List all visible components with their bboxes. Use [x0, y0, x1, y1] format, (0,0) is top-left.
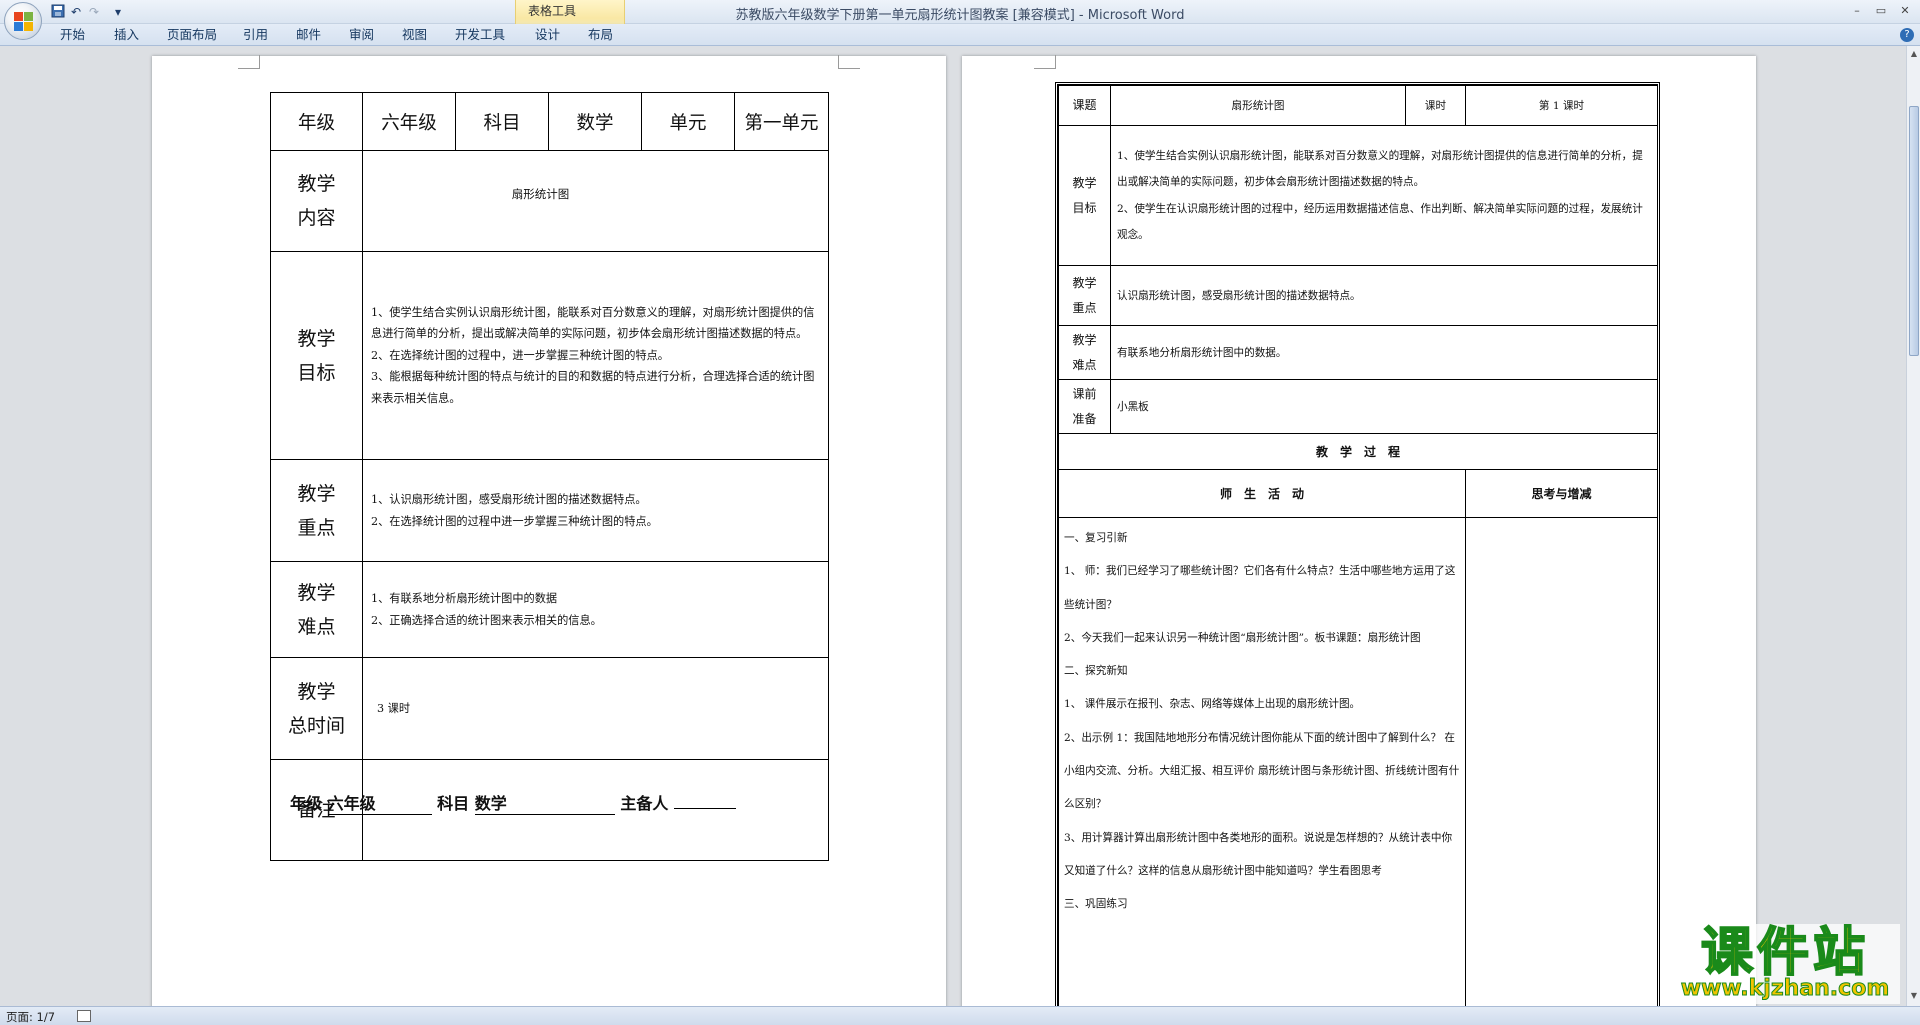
- key-item: 1、认识扇形统计图，感受扇形统计图的描述数据特点。: [371, 493, 647, 506]
- lesson-plan-table-frame: 课题 扇形统计图 课时 第 1 课时 教学 目标 1、使学生结合实例认识扇形统计图…: [1055, 82, 1660, 1006]
- minimize-button[interactable]: –: [1846, 2, 1868, 20]
- page-1: 年级 六年级 科目 数学 单元 第一单元 教学 内容 扇形统计图 教学 目标 1、使…: [152, 55, 946, 1006]
- p2-key-label[interactable]: 教学 重点: [1058, 265, 1111, 326]
- footer-prep-value: [673, 808, 736, 809]
- corner-mark: [1034, 55, 1056, 69]
- page-count[interactable]: 页面: 1/7: [6, 1009, 55, 1025]
- corner-mark: [238, 55, 260, 69]
- p2-key-value[interactable]: 认识扇形统计图，感受扇形统计图的描述数据特点。: [1109, 265, 1659, 326]
- p2-goals-cell[interactable]: 1、使学生结合实例认识扇形统计图，能联系对百分数意义的理解，对扇形统计图提供的信…: [1109, 125, 1659, 266]
- key-item: 2、在选择统计图的过程中进一步掌握三种统计图的特点。: [371, 514, 658, 528]
- tab-mailings[interactable]: 邮件: [296, 28, 321, 42]
- footer-subject-label: 科目: [437, 794, 470, 813]
- header-grade-value[interactable]: 六年级: [362, 92, 456, 151]
- time-value[interactable]: 3 课时: [362, 657, 829, 760]
- watermark: 课件站 www.kjzhan.com: [1670, 923, 1900, 1004]
- tab-layout[interactable]: 布局: [588, 28, 613, 42]
- tab-design[interactable]: 设计: [535, 28, 560, 42]
- topic-label[interactable]: 课题: [1058, 85, 1111, 126]
- process-item: 2、今天我们一起来认识另一种统计图“扇形统计图”。板书课题：扇形统计图: [1064, 631, 1421, 644]
- scroll-down-icon[interactable]: ▼: [1908, 990, 1920, 1002]
- process-item: 2、出示例 1：我国陆地地形分布情况统计图你能从下面的统计图中了解到什么？ 在小…: [1064, 731, 1460, 811]
- p2-prep-value[interactable]: 小黑板: [1109, 379, 1659, 434]
- corner-mark: [838, 55, 860, 69]
- difficulty-label[interactable]: 教学 难点: [270, 561, 363, 658]
- tab-page-layout[interactable]: 页面布局: [167, 28, 217, 42]
- vertical-scrollbar[interactable]: ▲ ▼: [1906, 46, 1920, 1006]
- content-label[interactable]: 教学 内容: [270, 150, 363, 252]
- office-logo-icon: [14, 12, 34, 32]
- footer-line[interactable]: 年级 六年级 科目 数学 主备人: [290, 790, 736, 815]
- title-bar: ↶ ↷ ▾ 苏教版六年级数学下册第一单元扇形统计图教案 [兼容模式] - Mic…: [0, 0, 1920, 24]
- tab-home[interactable]: 开始: [60, 28, 85, 42]
- process-item: 二、探究新知: [1064, 665, 1128, 678]
- lesson-info-table: 年级 六年级 科目 数学 单元 第一单元 教学 内容 扇形统计图 教学 目标 1、使…: [270, 92, 829, 861]
- tab-view[interactable]: 视图: [402, 28, 427, 42]
- difficulty-item: 1、有联系地分析扇形统计图中的数据: [371, 592, 558, 605]
- footer-grade-value: 六年级: [327, 790, 432, 815]
- col-activity-header[interactable]: 师 生 活 动: [1058, 469, 1466, 518]
- p2-difficulty-label[interactable]: 教学 难点: [1058, 325, 1111, 380]
- close-button[interactable]: ✕: [1894, 2, 1916, 20]
- p2-goals-label[interactable]: 教学 目标: [1058, 125, 1111, 266]
- difficulty-item: 2、正确选择合适的统计图来表示相关的信息。: [371, 613, 602, 627]
- header-grade-label[interactable]: 年级: [270, 92, 363, 151]
- restore-button[interactable]: ▭: [1870, 2, 1892, 20]
- process-reflect-cell[interactable]: [1464, 517, 1659, 1006]
- period-value[interactable]: 第 1 课时: [1464, 85, 1659, 126]
- goals-label[interactable]: 教学 目标: [270, 251, 363, 460]
- footer-subject-value: 数学: [474, 790, 615, 815]
- header-subject-label[interactable]: 科目: [455, 92, 549, 151]
- goals-cell[interactable]: 1、使学生结合实例认识扇形统计图，能联系对百分数意义的理解，对扇形统计图提供的信…: [362, 251, 829, 460]
- tab-developer[interactable]: 开发工具: [455, 28, 505, 42]
- process-title[interactable]: 教 学 过 程: [1057, 433, 1659, 470]
- goal-item: 1、使学生结合实例认识扇形统计图，能联系对百分数意义的理解，对扇形统计图提供的信…: [371, 305, 815, 341]
- scroll-up-icon[interactable]: ▲: [1908, 48, 1920, 60]
- process-activity-cell[interactable]: 一、复习引新 1、 师：我们已经学习了哪些统计图？它们各有什么特点？生活中哪些地…: [1058, 517, 1466, 1006]
- process-item: 1、 师：我们已经学习了哪些统计图？它们各有什么特点？生活中哪些地方运用了这些统…: [1064, 565, 1456, 611]
- goal-item: 3、能根据每种统计图的特点与统计的目的和数据的特点进行分析，合理选择合适的统计图…: [371, 370, 815, 405]
- scroll-thumb[interactable]: [1909, 106, 1919, 356]
- time-label[interactable]: 教学 总时间: [270, 657, 363, 760]
- watermark-url: www.kjzhan.com: [1680, 976, 1890, 1002]
- p2-goal-item: 1、使学生结合实例认识扇形统计图，能联系对百分数意义的理解，对扇形统计图提供的信…: [1117, 149, 1643, 189]
- header-unit-value[interactable]: 第一单元: [734, 92, 829, 151]
- context-tab-label: 表格工具: [527, 4, 576, 18]
- lesson-plan-table: 课题 扇形统计图 课时 第 1 课时 教学 目标 1、使学生结合实例认识扇形统计图…: [1057, 85, 1659, 1006]
- process-item: 1、 课件展示在报刊、杂志、网络等媒体上出现的扇形统计图。: [1064, 698, 1361, 711]
- period-label[interactable]: 课时: [1405, 85, 1466, 126]
- p2-prep-label[interactable]: 课前 准备: [1058, 379, 1111, 434]
- process-item: 三、巩固练习: [1064, 898, 1128, 911]
- ribbon-tabs: 开始 插入 页面布局 引用 邮件 审阅 视图 开发工具 设计 布局: [0, 24, 1920, 46]
- p2-goal-item: 2、使学生在认识扇形统计图的过程中，经历运用数据描述信息、作出判断、解决简单实际…: [1117, 202, 1643, 242]
- proofing-icon[interactable]: [77, 1010, 91, 1022]
- footer-prep-label: 主备人: [620, 794, 669, 813]
- tab-references[interactable]: 引用: [243, 28, 268, 42]
- tab-insert[interactable]: 插入: [114, 28, 139, 42]
- document-workspace: 年级 六年级 科目 数学 单元 第一单元 教学 内容 扇形统计图 教学 目标 1、使…: [0, 46, 1906, 1006]
- page-2: 课题 扇形统计图 课时 第 1 课时 教学 目标 1、使学生结合实例认识扇形统计图…: [962, 55, 1756, 1006]
- difficulty-cell[interactable]: 1、有联系地分析扇形统计图中的数据 2、正确选择合适的统计图来表示相关的信息。: [362, 561, 829, 658]
- header-subject-value[interactable]: 数学: [548, 92, 642, 151]
- process-item: 3、用计算器计算出扇形统计图中各类地形的面积。说说是怎样想的？从统计表中你又知道…: [1064, 831, 1453, 877]
- window-title: 苏教版六年级数学下册第一单元扇形统计图教案 [兼容模式] - Microsoft…: [735, 8, 1185, 23]
- help-icon[interactable]: ?: [1900, 28, 1914, 42]
- key-cell[interactable]: 1、认识扇形统计图，感受扇形统计图的描述数据特点。 2、在选择统计图的过程中进一…: [362, 459, 829, 562]
- status-bar: 页面: 1/7: [0, 1006, 1920, 1025]
- header-unit-label[interactable]: 单元: [641, 92, 735, 151]
- goal-item: 2、在选择统计图的过程中，进一步掌握三种统计图的特点。: [371, 348, 669, 362]
- footer-grade-label: 年级: [290, 794, 323, 813]
- process-item: 一、复习引新: [1064, 532, 1128, 544]
- tab-review[interactable]: 审阅: [349, 28, 374, 42]
- col-reflect-header[interactable]: 思考与增减: [1464, 469, 1659, 518]
- topic-value[interactable]: 扇形统计图: [1110, 85, 1406, 126]
- content-value[interactable]: 扇形统计图: [362, 150, 829, 252]
- office-button[interactable]: [4, 2, 42, 40]
- p2-difficulty-value[interactable]: 有联系地分析扇形统计图中的数据。: [1109, 325, 1659, 380]
- key-label[interactable]: 教学 重点: [270, 459, 363, 562]
- watermark-logo: 课件站: [1700, 923, 1869, 983]
